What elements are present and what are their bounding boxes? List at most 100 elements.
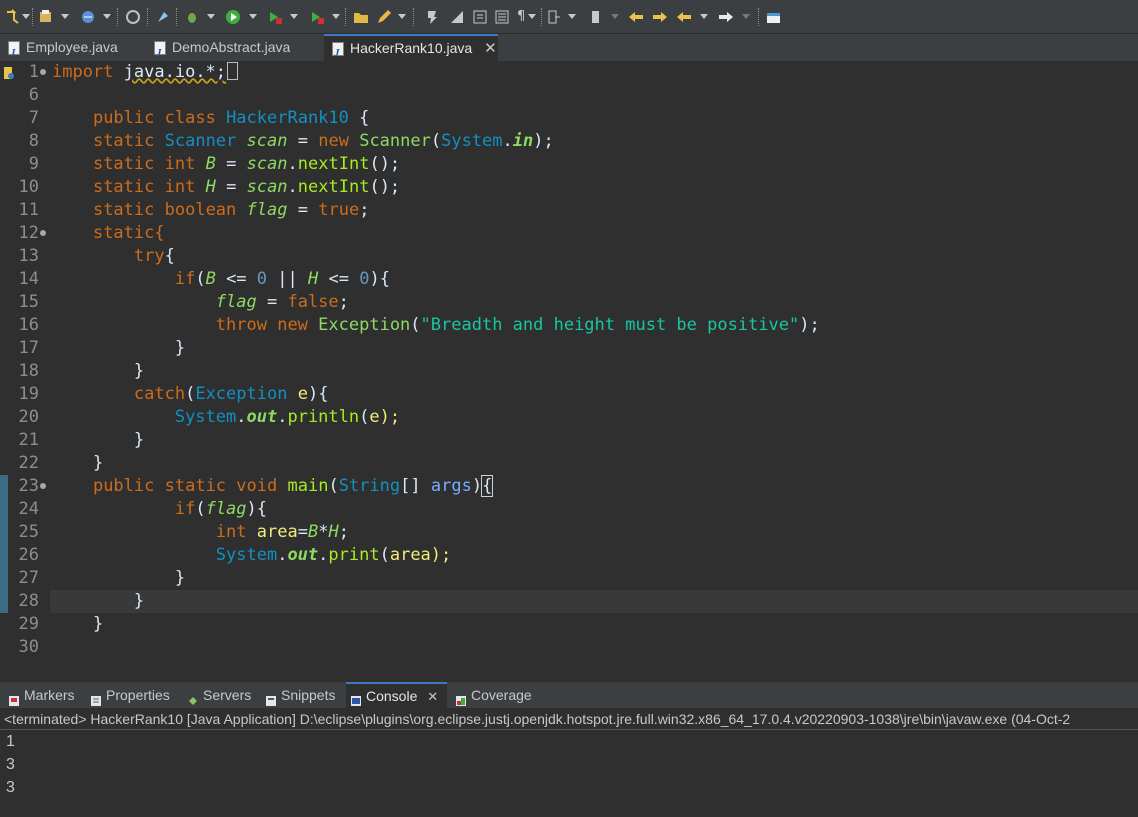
toolbar-separator [176,8,178,26]
tab-employee-java[interactable]: Employee.java [0,34,146,67]
chevron-down-icon[interactable] [290,14,298,19]
tab-servers[interactable]: Servers [183,682,251,708]
type: String [338,476,401,496]
web-browser-icon[interactable] [125,9,141,25]
run-icon[interactable] [225,9,241,25]
method: nextInt [297,154,370,174]
tab-demoabstract-java[interactable]: DemoAbstract.java [146,34,324,67]
chevron-down-icon[interactable] [332,14,340,19]
open-perspective-icon[interactable] [766,9,782,25]
punct: . [277,545,288,565]
chevron-down-icon[interactable] [528,14,536,19]
keyword: new [277,315,308,335]
last-edit-location-icon[interactable] [628,9,644,25]
toggle-block-icon[interactable] [472,9,488,25]
punct: } [92,453,104,473]
open-folder-icon[interactable] [353,9,369,25]
new-server-icon[interactable] [80,9,96,25]
code-line: static boolean flag = true; [52,199,369,222]
prev-annotation-icon[interactable] [589,9,605,25]
tab-label: Markers [24,687,75,703]
type: System [174,407,237,427]
code-line: System.out.println(e); [52,406,400,429]
line-number: 18 [18,361,39,381]
chevron-down-icon[interactable] [742,14,750,19]
static-field: out [246,407,278,427]
next-annotation-icon[interactable] [546,9,562,25]
forward-arrow-icon[interactable] [718,9,734,25]
operator: = [226,177,237,197]
tab-snippets[interactable]: Snippets [261,682,335,708]
toolbar-separator [413,8,415,26]
chevron-down-icon[interactable] [568,14,576,19]
code-line: } [52,337,185,360]
edit-pencil-icon[interactable] [376,9,392,25]
console-icon [350,690,362,706]
punct: . [277,407,288,427]
tab-markers[interactable]: Markers [4,682,75,708]
code-line: try{ [52,245,175,268]
punct: ; [338,292,349,312]
punct: { [164,246,175,266]
chevron-down-icon[interactable] [398,14,406,19]
chevron-down-icon[interactable] [611,14,619,19]
chevron-down-icon[interactable] [103,14,111,19]
folded-block-icon[interactable] [227,62,239,80]
current-line-highlight [50,590,1138,613]
chevron-down-icon[interactable] [22,14,30,19]
fold-collapse-icon[interactable] [40,230,46,236]
code-line: static int B = scan.nextInt(); [52,153,400,176]
local-variable: e); [369,407,401,427]
tab-console[interactable]: Console ✕ [346,682,447,708]
line-number: 15 [18,292,39,312]
next-edit-location-icon[interactable] [652,9,668,25]
new-project-icon[interactable] [38,9,54,25]
chevron-down-icon[interactable] [700,14,708,19]
tab-coverage[interactable]: Coverage [451,682,532,708]
properties-icon [90,689,102,706]
main-toolbar: ¶ [0,0,1138,34]
code-line: if(B <= 0 || H <= 0){ [52,268,390,291]
tab-properties[interactable]: Properties [86,682,170,708]
punct: ( [185,384,196,404]
line-number: 1 [28,62,39,82]
fold-collapse-icon[interactable] [40,483,46,489]
highlight-icon[interactable] [449,9,465,25]
tab-hackerrank10-java[interactable]: HackerRank10.java ✕ [324,34,498,66]
constructor: Scanner [359,131,431,151]
static-field: flag [215,292,257,312]
coverage-icon [455,689,467,706]
line-number: 20 [18,407,39,427]
punct: (); [369,154,401,174]
keyword: static [92,177,155,197]
tab-label: Properties [106,687,170,703]
keyword: class [164,108,216,128]
code-line: public class HackerRank10 { [52,107,369,130]
word-wrap-icon[interactable] [494,9,510,25]
line-number: 21 [18,430,39,450]
back-arrow-icon[interactable] [676,9,692,25]
toolbar-separator [541,8,543,26]
constructor: Exception [318,315,411,335]
keyword: void [236,476,278,496]
bottom-panel-tabbar: Markers Properties Servers Snippets Cons… [0,682,1138,708]
keyword: if [174,269,196,289]
code-editor[interactable]: 1 6 7 8 9 10 11 12 13 14 15 16 17 18 19 … [0,61,1138,653]
close-icon[interactable]: ✕ [427,685,438,709]
coverage-run-icon[interactable] [267,9,283,25]
debug-icon[interactable] [184,9,200,25]
chevron-down-icon[interactable] [249,14,257,19]
open-type-icon[interactable] [155,9,171,25]
external-tools-icon[interactable] [309,9,325,25]
keyword: static [92,131,155,151]
step-icon[interactable] [5,9,21,25]
close-icon[interactable]: ✕ [484,36,497,61]
keyword: int [164,154,196,174]
annotation-icon[interactable] [424,9,440,25]
chevron-down-icon[interactable] [61,14,69,19]
console-output[interactable]: 1 3 3 [0,730,1138,817]
local-variable: area); [389,545,452,565]
fold-expand-icon[interactable] [40,69,46,75]
chevron-down-icon[interactable] [207,14,215,19]
code-line: flag = false; [52,291,349,314]
